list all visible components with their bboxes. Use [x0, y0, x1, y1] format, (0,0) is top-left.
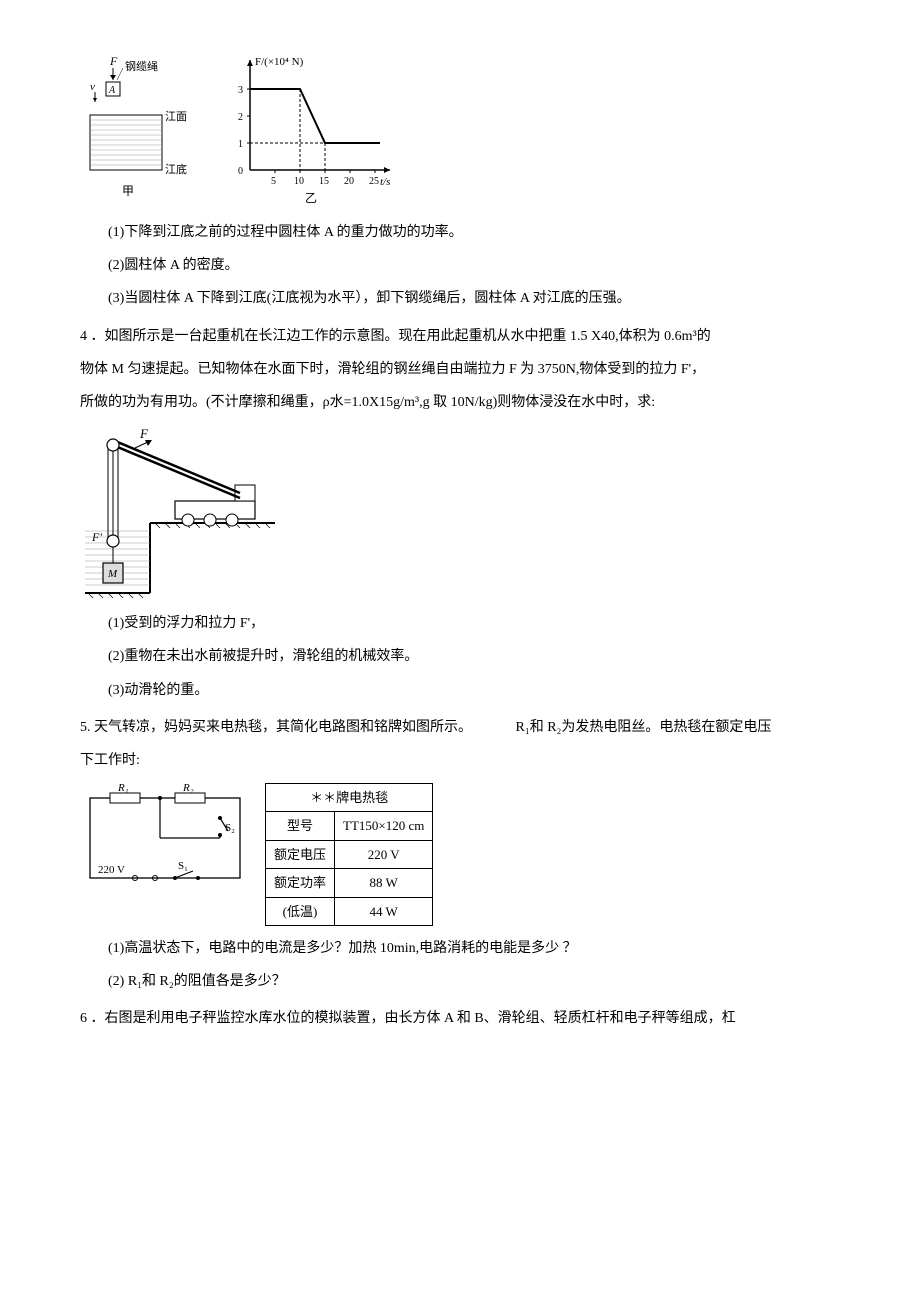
block-m-label: M — [107, 568, 118, 580]
xtick-25: 25 — [369, 176, 379, 187]
q4-line2: 物体 M 匀速提起。已知物体在水面下时，滑轮组的钢丝绳自由端拉力 F 为 375… — [80, 357, 840, 382]
q4-line1: 4 ．如图所示是一台起重机在长江边工作的示意图。现在用此起重机从水中把重 1.5… — [80, 324, 840, 349]
chart-force-time: F/(×10⁴ N) t/s 0 1 2 3 5 10 15 20 25 乙 — [220, 50, 400, 210]
chart-ylabel: F/(×10⁴ N) — [255, 56, 304, 68]
r1-label: R₁ — [117, 783, 129, 794]
xtick-10: 10 — [294, 176, 304, 187]
q5-s2: (2) R₁和 R₂的阻值各是多少？ — [80, 969, 840, 994]
q-sub-3: (3)当圆柱体 A 下降到江底(江底视为水平），卸下钢缆绳后，圆柱体 A 对江底… — [80, 286, 840, 311]
q5-line2: 下工作时: — [80, 748, 840, 773]
force-f-bottom: F' — [91, 530, 102, 544]
xtick-20: 20 — [344, 176, 354, 187]
bottom-label: 江底 — [165, 162, 187, 176]
q4-s2: (2)重物在未出水前被提升时，滑轮组的机械效率。 — [80, 644, 840, 669]
caption-left: 甲 — [122, 184, 134, 198]
nameplate-r3-value: 44 W — [335, 897, 433, 925]
caption-right: 乙 — [305, 191, 317, 205]
nameplate-r2-value: 88 W — [335, 869, 433, 897]
s1-label: S₁ — [178, 860, 188, 872]
figure-row-1: F v 钢缆绳 A 江面 江底 — [80, 50, 840, 210]
surface-label: 江面 — [165, 110, 187, 123]
nameplate-r3-label: (低温) — [266, 897, 335, 925]
block-a-label: A — [108, 85, 116, 96]
diagram-cylinder: F v 钢缆绳 A 江面 江底 — [80, 50, 200, 210]
q-sub-2: (2)圆柱体 A 的密度。 — [80, 253, 840, 278]
q4-s3: (3)动滑轮的重。 — [80, 678, 840, 703]
velocity-label: v — [90, 81, 95, 93]
ytick-0: 0 — [238, 166, 243, 177]
nameplate-table: ＊＊牌电热毯 型号 TT150×120 cm 额定电压 220 V 额定功率 8… — [265, 783, 433, 926]
ytick-3: 3 — [238, 85, 243, 96]
nameplate-r0-label: 型号 — [266, 812, 335, 840]
chart-xlabel: t/s — [380, 176, 390, 188]
nameplate-r1-value: 220 V — [335, 840, 433, 868]
nameplate-title: ＊＊牌电热毯 — [266, 784, 433, 812]
force-f-top: F — [139, 426, 149, 441]
force-label: F — [109, 54, 118, 68]
s2-label: S₂ — [225, 822, 235, 834]
circuit-diagram: R₁ R₂ S₂ 220 V S₁ — [80, 783, 250, 893]
q-sub-1: (1)下降到江底之前的过程中圆柱体 A 的重力做功的功率。 — [80, 220, 840, 245]
cable-label: 钢缆绳 — [125, 59, 158, 73]
xtick-5: 5 — [271, 176, 276, 187]
xtick-15: 15 — [319, 176, 329, 187]
circuit-nameplate-row: R₁ R₂ S₂ 220 V S₁ — [80, 783, 840, 926]
ytick-1: 1 — [238, 139, 243, 150]
nameplate-r1-label: 额定电压 — [266, 840, 335, 868]
ytick-2: 2 — [238, 112, 243, 123]
q4-s1: (1)受到的浮力和拉力 F'， — [80, 611, 840, 636]
q4-line3: 所做的功为有用功。(不计摩擦和绳重，ρ水=1.0X15g/m³,g 取 10N/… — [80, 390, 840, 415]
nameplate-r2-label: 额定功率 — [266, 869, 335, 897]
r2-label: R₂ — [182, 783, 194, 794]
q5-line1: 5. 天气转凉，妈妈买来电热毯，其简化电路图和铭牌如图所示。 R₁和 R₂为发热… — [80, 715, 840, 740]
nameplate-r0-value: TT150×120 cm — [335, 812, 433, 840]
circuit-svg: R₁ R₂ S₂ 220 V S₁ — [80, 783, 250, 893]
q5-line1a: 5. 天气转凉，妈妈买来电热毯，其简化电路图和铭牌如图所示。 — [80, 720, 472, 735]
crane-figure: F F' M — [80, 423, 840, 603]
crane-svg: F F' M — [80, 423, 280, 603]
chart-svg: F/(×10⁴ N) t/s 0 1 2 3 5 10 15 20 25 乙 — [220, 50, 400, 210]
q5-s1: (1)高温状态下，电路中的电流是多少？加热 10min,电路消耗的电能是多少 ？ — [80, 936, 840, 961]
q5-line1b: R₁和 R₂为发热电阻丝。电热毯在额定电压 — [516, 715, 772, 740]
voltage-label: 220 V — [98, 864, 125, 876]
q6-line1: 6 ．右图是利用电子秤监控水库水位的模拟装置，由长方体 A 和 B、滑轮组、轻质… — [80, 1006, 840, 1031]
cylinder-svg: F v 钢缆绳 A 江面 江底 — [80, 50, 200, 210]
